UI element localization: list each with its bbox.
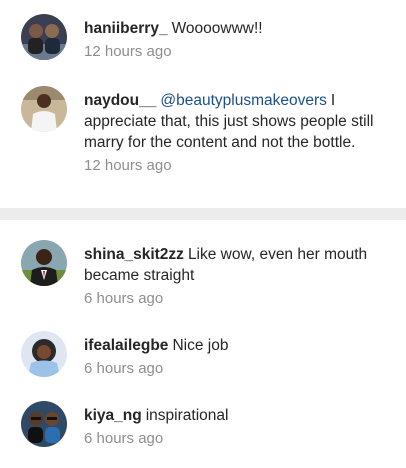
comment-body: naydou__ @beautyplusmakeovers I appreciate… — [84, 90, 392, 174]
comment-timestamp: 12 hours ago — [84, 43, 172, 60]
comment-text: naydou__ @beautyplusmakeovers I appreciate… — [84, 90, 392, 153]
comment-text: shina_skit2zz Like wow, even her mouth be… — [84, 244, 392, 286]
avatar[interactable] — [21, 401, 67, 447]
username-link[interactable]: haniiberry_ — [84, 20, 168, 37]
username-link[interactable]: kiya_ng — [84, 407, 142, 424]
avatar[interactable] — [21, 14, 67, 60]
avatar[interactable] — [21, 331, 67, 377]
comment-message: Woooowww!! — [171, 20, 263, 37]
comment-timestamp: 12 hours ago — [84, 157, 172, 174]
comment-timestamp: 6 hours ago — [84, 430, 164, 447]
comment-body: shina_skit2zz Like wow, even her mouth be… — [84, 244, 392, 307]
username-link[interactable]: shina_skit2zz — [84, 246, 184, 263]
comment-body: haniiberry_ Woooowww!! 12 hours ago — [84, 18, 392, 60]
comment-text: ifealailegbe Nice job — [84, 335, 392, 356]
comment-body: kiya_ng inspirational 6 hours ago — [84, 405, 392, 447]
comment-text: haniiberry_ Woooowww!! — [84, 18, 392, 39]
comment-message: inspirational — [145, 407, 229, 424]
comment-timestamp: 6 hours ago — [84, 290, 164, 307]
avatar[interactable] — [21, 240, 67, 286]
mention-link[interactable]: @beautyplusmakeovers — [160, 92, 327, 109]
username-link[interactable]: naydou__ — [84, 92, 156, 109]
comment-group-2: shina_skit2zz Like wow, even her mouth be… — [0, 220, 406, 468]
avatar[interactable] — [21, 86, 67, 132]
username-link[interactable]: ifealailegbe — [84, 337, 168, 354]
comment-message: Nice job — [172, 337, 229, 354]
comment-timestamp: 6 hours ago — [84, 360, 164, 377]
comment-text: kiya_ng inspirational — [84, 405, 392, 426]
comment-body: ifealailegbe Nice job 6 hours ago — [84, 335, 392, 377]
comment-group-1: haniiberry_ Woooowww!! 12 hours ago naydo… — [0, 0, 406, 208]
